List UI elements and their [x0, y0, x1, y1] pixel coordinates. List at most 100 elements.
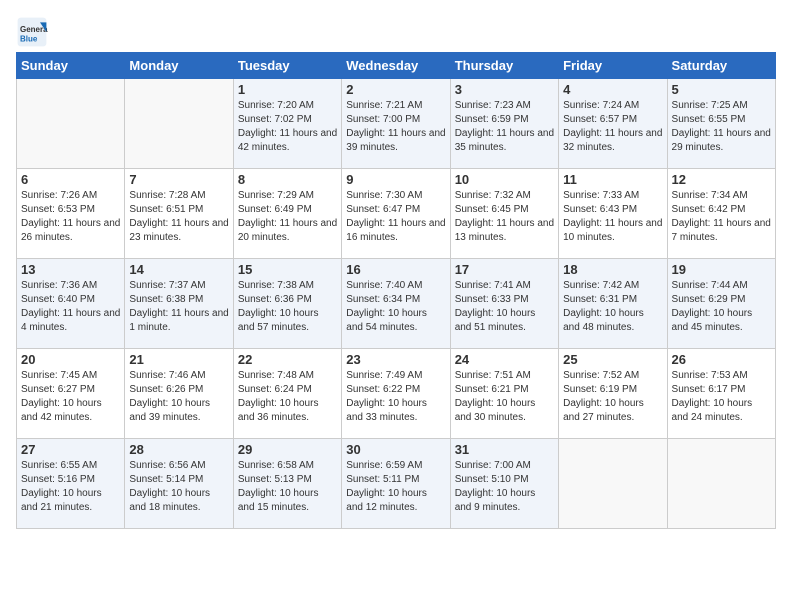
calendar-cell [125, 79, 233, 169]
calendar-cell [17, 79, 125, 169]
day-number: 14 [129, 262, 228, 277]
day-header-sunday: Sunday [17, 53, 125, 79]
week-row-4: 20Sunrise: 7:45 AM Sunset: 6:27 PM Dayli… [17, 349, 776, 439]
cell-info: Sunrise: 7:48 AM Sunset: 6:24 PM Dayligh… [238, 369, 337, 425]
calendar-cell [559, 439, 667, 529]
calendar-cell: 20Sunrise: 7:45 AM Sunset: 6:27 PM Dayli… [17, 349, 125, 439]
calendar-cell: 27 Sunrise: 6:55 AM Sunset: 5:16 PM Dayli… [17, 439, 125, 529]
day-header-friday: Friday [559, 53, 667, 79]
day-number: 13 [21, 262, 120, 277]
day-number: 22 [238, 352, 337, 367]
logo-icon: General Blue [16, 16, 48, 48]
cell-info: Sunrise: 7:37 AM Sunset: 6:38 PM Dayligh… [129, 279, 228, 335]
calendar-cell: 5 Sunrise: 7:25 AM Sunset: 6:55 PM Daylig… [667, 79, 775, 169]
day-number: 18 [563, 262, 662, 277]
calendar-cell: 18 Sunrise: 7:42 AM Sunset: 6:31 PM Dayli… [559, 259, 667, 349]
cell-info: Sunrise: 6:56 AM Sunset: 5:14 PM Dayligh… [129, 459, 228, 515]
calendar-cell [667, 439, 775, 529]
cell-info: Sunrise: 6:55 AM Sunset: 5:16 PM Dayligh… [21, 459, 120, 515]
cell-info: Sunrise: 7:34 AM Sunset: 6:42 PM Dayligh… [672, 189, 771, 245]
cell-info: Sunrise: 7:41 AM Sunset: 6:33 PM Dayligh… [455, 279, 554, 335]
calendar-cell: 23 Sunrise: 7:49 AM Sunset: 6:22 PM Dayli… [342, 349, 450, 439]
cell-info: Sunrise: 7:53 AM Sunset: 6:17 PM Dayligh… [672, 369, 771, 425]
cell-info: Sunrise: 7:32 AM Sunset: 6:45 PM Dayligh… [455, 189, 554, 245]
day-header-wednesday: Wednesday [342, 53, 450, 79]
week-row-2: 6Sunrise: 7:26 AM Sunset: 6:53 PM Daylig… [17, 169, 776, 259]
calendar-cell: 8Sunrise: 7:29 AM Sunset: 6:49 PM Daylig… [233, 169, 341, 259]
cell-info: Sunrise: 7:45 AM Sunset: 6:27 PM Dayligh… [21, 369, 120, 425]
day-number: 24 [455, 352, 554, 367]
calendar-table: SundayMondayTuesdayWednesdayThursdayFrid… [16, 52, 776, 529]
cell-info: Sunrise: 7:33 AM Sunset: 6:43 PM Dayligh… [563, 189, 662, 245]
day-number: 12 [672, 172, 771, 187]
cell-info: Sunrise: 7:38 AM Sunset: 6:36 PM Dayligh… [238, 279, 337, 335]
cell-info: Sunrise: 7:40 AM Sunset: 6:34 PM Dayligh… [346, 279, 445, 335]
calendar-cell: 6Sunrise: 7:26 AM Sunset: 6:53 PM Daylig… [17, 169, 125, 259]
cell-info: Sunrise: 7:52 AM Sunset: 6:19 PM Dayligh… [563, 369, 662, 425]
day-number: 30 [346, 442, 445, 457]
calendar-cell: 2Sunrise: 7:21 AM Sunset: 7:00 PM Daylig… [342, 79, 450, 169]
day-number: 8 [238, 172, 337, 187]
day-header-tuesday: Tuesday [233, 53, 341, 79]
calendar-cell: 11 Sunrise: 7:33 AM Sunset: 6:43 PM Dayli… [559, 169, 667, 259]
cell-info: Sunrise: 7:25 AM Sunset: 6:55 PM Dayligh… [672, 99, 771, 155]
cell-info: Sunrise: 7:28 AM Sunset: 6:51 PM Dayligh… [129, 189, 228, 245]
cell-info: Sunrise: 7:30 AM Sunset: 6:47 PM Dayligh… [346, 189, 445, 245]
day-number: 29 [238, 442, 337, 457]
day-number: 27 [21, 442, 120, 457]
calendar-cell: 14 Sunrise: 7:37 AM Sunset: 6:38 PM Dayli… [125, 259, 233, 349]
page-header: General Blue [16, 16, 776, 48]
calendar-cell: 31 Sunrise: 7:00 AM Sunset: 5:10 PM Dayli… [450, 439, 558, 529]
calendar-cell: 1Sunrise: 7:20 AM Sunset: 7:02 PM Daylig… [233, 79, 341, 169]
day-number: 10 [455, 172, 554, 187]
day-number: 9 [346, 172, 445, 187]
day-number: 28 [129, 442, 228, 457]
day-number: 19 [672, 262, 771, 277]
calendar-cell: 13Sunrise: 7:36 AM Sunset: 6:40 PM Dayli… [17, 259, 125, 349]
day-number: 3 [455, 82, 554, 97]
calendar-cell: 17 Sunrise: 7:41 AM Sunset: 6:33 PM Dayli… [450, 259, 558, 349]
cell-info: Sunrise: 6:59 AM Sunset: 5:11 PM Dayligh… [346, 459, 445, 515]
calendar-cell: 26Sunrise: 7:53 AM Sunset: 6:17 PM Dayli… [667, 349, 775, 439]
header-row: SundayMondayTuesdayWednesdayThursdayFrid… [17, 53, 776, 79]
cell-info: Sunrise: 7:24 AM Sunset: 6:57 PM Dayligh… [563, 99, 662, 155]
calendar-cell: 3 Sunrise: 7:23 AM Sunset: 6:59 PM Daylig… [450, 79, 558, 169]
cell-info: Sunrise: 7:20 AM Sunset: 7:02 PM Dayligh… [238, 99, 337, 155]
day-number: 23 [346, 352, 445, 367]
day-header-monday: Monday [125, 53, 233, 79]
week-row-3: 13Sunrise: 7:36 AM Sunset: 6:40 PM Dayli… [17, 259, 776, 349]
day-number: 11 [563, 172, 662, 187]
calendar-cell: 22 Sunrise: 7:48 AM Sunset: 6:24 PM Dayli… [233, 349, 341, 439]
calendar-cell: 9 Sunrise: 7:30 AM Sunset: 6:47 PM Daylig… [342, 169, 450, 259]
cell-info: Sunrise: 7:23 AM Sunset: 6:59 PM Dayligh… [455, 99, 554, 155]
day-number: 15 [238, 262, 337, 277]
calendar-cell: 28 Sunrise: 6:56 AM Sunset: 5:14 PM Dayli… [125, 439, 233, 529]
calendar-cell: 10 Sunrise: 7:32 AM Sunset: 6:45 PM Dayli… [450, 169, 558, 259]
calendar-cell: 21Sunrise: 7:46 AM Sunset: 6:26 PM Dayli… [125, 349, 233, 439]
day-number: 5 [672, 82, 771, 97]
week-row-5: 27 Sunrise: 6:55 AM Sunset: 5:16 PM Dayli… [17, 439, 776, 529]
cell-info: Sunrise: 7:51 AM Sunset: 6:21 PM Dayligh… [455, 369, 554, 425]
day-number: 7 [129, 172, 228, 187]
day-header-saturday: Saturday [667, 53, 775, 79]
cell-info: Sunrise: 7:00 AM Sunset: 5:10 PM Dayligh… [455, 459, 554, 515]
day-number: 17 [455, 262, 554, 277]
calendar-cell: 4 Sunrise: 7:24 AM Sunset: 6:57 PM Daylig… [559, 79, 667, 169]
cell-info: Sunrise: 7:26 AM Sunset: 6:53 PM Dayligh… [21, 189, 120, 245]
day-number: 4 [563, 82, 662, 97]
cell-info: Sunrise: 7:49 AM Sunset: 6:22 PM Dayligh… [346, 369, 445, 425]
day-number: 21 [129, 352, 228, 367]
day-number: 31 [455, 442, 554, 457]
week-row-1: 1Sunrise: 7:20 AM Sunset: 7:02 PM Daylig… [17, 79, 776, 169]
day-number: 2 [346, 82, 445, 97]
calendar-cell: 29Sunrise: 6:58 AM Sunset: 5:13 PM Dayli… [233, 439, 341, 529]
cell-info: Sunrise: 7:42 AM Sunset: 6:31 PM Dayligh… [563, 279, 662, 335]
calendar-cell: 16Sunrise: 7:40 AM Sunset: 6:34 PM Dayli… [342, 259, 450, 349]
logo: General Blue [16, 16, 52, 48]
calendar-cell: 12 Sunrise: 7:34 AM Sunset: 6:42 PM Dayli… [667, 169, 775, 259]
calendar-cell: 24 Sunrise: 7:51 AM Sunset: 6:21 PM Dayli… [450, 349, 558, 439]
day-header-thursday: Thursday [450, 53, 558, 79]
day-number: 25 [563, 352, 662, 367]
svg-text:Blue: Blue [20, 35, 38, 44]
calendar-cell: 15 Sunrise: 7:38 AM Sunset: 6:36 PM Dayli… [233, 259, 341, 349]
